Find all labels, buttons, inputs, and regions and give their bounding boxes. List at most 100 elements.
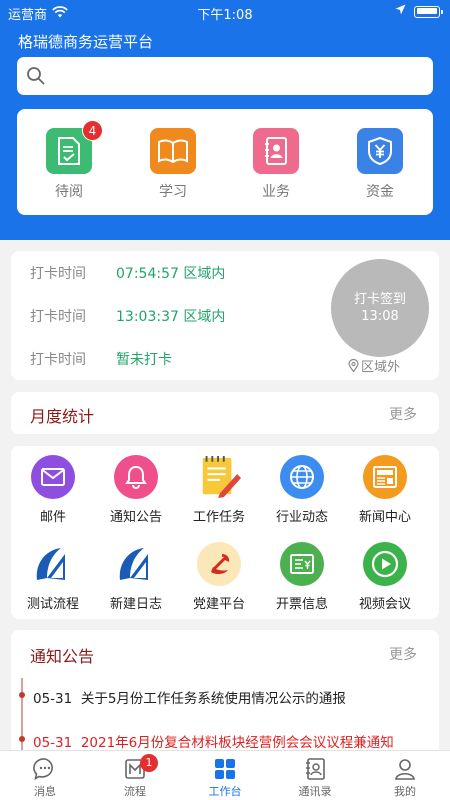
- notice-date: 05-31: [33, 691, 73, 707]
- checkin-row: 打卡时间 暂未打卡: [30, 349, 172, 369]
- notices-section: 通知公告 更多 05-31 关于5月份工作任务系统使用情况公示的通报 05-31…: [11, 630, 439, 760]
- document-check-icon: 4: [46, 120, 103, 174]
- app-label: 开票信息: [275, 597, 328, 612]
- app-label: 新闻中心: [358, 510, 411, 525]
- checkin-row: 打卡时间 13:03:37 区域内: [30, 306, 225, 326]
- chat-icon: [33, 758, 53, 781]
- checkin-label: 打卡时间: [30, 309, 86, 325]
- app-work-task[interactable]: 工作任务: [177, 455, 261, 525]
- party-emblem-icon: [197, 542, 241, 586]
- quick-action-label: 业务: [262, 184, 290, 200]
- header: 运营商 下午1:08 格瑞德商务运营平台 4 待阅 学习 业务 资金: [0, 0, 450, 240]
- timeline-dot: [19, 692, 25, 698]
- app-label: 行业动态: [275, 510, 328, 525]
- app-new-log[interactable]: 新建日志: [94, 542, 178, 612]
- status-bar: 运营商 下午1:08: [0, 0, 450, 24]
- address-book-icon: [306, 758, 325, 780]
- search-icon: [27, 67, 45, 85]
- app-label: 工作任务: [192, 510, 245, 525]
- tab-messages[interactable]: 消息: [15, 757, 75, 799]
- globe-icon: [280, 455, 324, 499]
- location-status: 区域外: [348, 356, 400, 375]
- checkin-button-title: 打卡签到: [353, 292, 406, 307]
- quick-action-label: 资金: [366, 184, 394, 200]
- app-grid: 邮件 通知公告 工作任务 行业动态 新闻中心 测试流程 新建日志 党建平台 开票…: [11, 446, 439, 619]
- notice-text: 2021年6月份复合材料板块经营例会会议议程兼通知: [80, 735, 394, 751]
- newspaper-icon: [363, 455, 407, 499]
- checkin-value: 13:03:37 区域内: [116, 309, 226, 325]
- battery-icon: [414, 5, 443, 18]
- person-icon: [395, 759, 415, 780]
- location-arrow-icon: [395, 4, 406, 19]
- app-notice[interactable]: 通知公告: [94, 455, 178, 525]
- notepad-pencil-icon: [197, 455, 241, 499]
- status-time: 下午1:08: [197, 8, 253, 23]
- app-video-meeting[interactable]: 视频会议: [343, 542, 427, 612]
- book-icon: [150, 128, 196, 174]
- tab-label: 消息: [34, 785, 56, 798]
- checkin-value: 07:54:57 区域内: [116, 266, 226, 282]
- yen-shield-icon: [357, 128, 403, 174]
- checkin-card: 打卡时间 07:54:57 区域内 打卡时间 13:03:37 区域内 打卡时间 暂未…: [11, 251, 439, 380]
- app-title: 格瑞德商务运营平台: [18, 33, 154, 51]
- quick-action-pending-read[interactable]: 4 待阅: [39, 120, 103, 201]
- location-status-text: 区域外: [361, 360, 401, 375]
- checkin-label: 打卡时间: [30, 266, 86, 282]
- section-title: 通知公告: [30, 647, 95, 666]
- workflow-badge: 1: [140, 754, 158, 772]
- play-icon: [363, 542, 407, 586]
- notice-date: 05-31: [33, 735, 73, 751]
- app-invoice-info[interactable]: 开票信息: [260, 542, 344, 612]
- timeline-line: [21, 678, 23, 760]
- tab-label: 通讯录: [298, 785, 332, 798]
- app-test-flow[interactable]: 测试流程: [11, 542, 95, 612]
- quick-action-business[interactable]: 业务: [246, 128, 306, 201]
- app-industry-news[interactable]: 行业动态: [260, 455, 344, 525]
- search-input[interactable]: [17, 57, 433, 95]
- tab-workbench[interactable]: 工作台: [195, 757, 255, 799]
- monthly-more-link[interactable]: 更多: [389, 404, 417, 424]
- quick-action-funds[interactable]: 资金: [350, 128, 410, 201]
- tab-me[interactable]: 我的: [375, 757, 435, 799]
- contact-book-icon: [253, 128, 299, 174]
- quick-action-label: 学习: [159, 184, 187, 200]
- notice-item[interactable]: 05-31 关于5月份工作任务系统使用情况公示的通报: [33, 687, 346, 707]
- checkin-label: 打卡时间: [30, 352, 86, 368]
- notice-item[interactable]: 05-31 2021年6月份复合材料板块经营例会会议议程兼通知: [33, 731, 394, 751]
- tab-label: 工作台: [208, 785, 242, 798]
- tab-workflow[interactable]: 1 流程: [105, 754, 165, 799]
- app-mail[interactable]: 邮件: [11, 455, 95, 525]
- quick-action-study[interactable]: 学习: [143, 128, 203, 201]
- grid-icon: [215, 759, 235, 779]
- checkin-value: 暂未打卡: [116, 352, 172, 368]
- section-title: 月度统计: [30, 407, 95, 426]
- app-label: 通知公告: [109, 510, 162, 525]
- invoice-icon: [280, 542, 324, 586]
- notice-text: 关于5月份工作任务系统使用情况公示的通报: [80, 691, 346, 707]
- app-label: 新建日志: [109, 597, 162, 612]
- tab-contacts[interactable]: 通讯录: [285, 757, 345, 799]
- app-label: 邮件: [39, 510, 66, 525]
- tab-label: 我的: [394, 785, 416, 798]
- tab-label: 流程: [124, 785, 146, 798]
- location-pin-icon: [348, 359, 359, 372]
- checkin-row: 打卡时间 07:54:57 区域内: [30, 263, 225, 283]
- pending-read-badge: 4: [82, 120, 103, 141]
- mail-icon: [31, 455, 75, 499]
- bell-icon: [114, 455, 158, 499]
- app-news-center[interactable]: 新闻中心: [343, 455, 427, 525]
- company-logo-icon: [31, 542, 75, 586]
- app-party-platform[interactable]: 党建平台: [177, 542, 261, 612]
- timeline-dot: [19, 736, 25, 742]
- checkin-button-time: 13:08: [361, 309, 399, 324]
- app-label: 视频会议: [358, 597, 411, 612]
- quick-actions-card: 4 待阅 学习 业务 资金: [17, 109, 433, 215]
- monthly-stats-header[interactable]: 月度统计 更多: [11, 392, 439, 434]
- notices-more-link[interactable]: 更多: [389, 644, 417, 664]
- app-label: 党建平台: [192, 597, 245, 612]
- app-label: 测试流程: [26, 597, 79, 612]
- company-logo-icon: [114, 542, 158, 586]
- checkin-button[interactable]: 打卡签到 13:08: [331, 259, 429, 357]
- quick-action-label: 待阅: [55, 184, 83, 200]
- tab-bar: 消息 1 流程 工作台 通讯录 我的: [0, 750, 450, 800]
